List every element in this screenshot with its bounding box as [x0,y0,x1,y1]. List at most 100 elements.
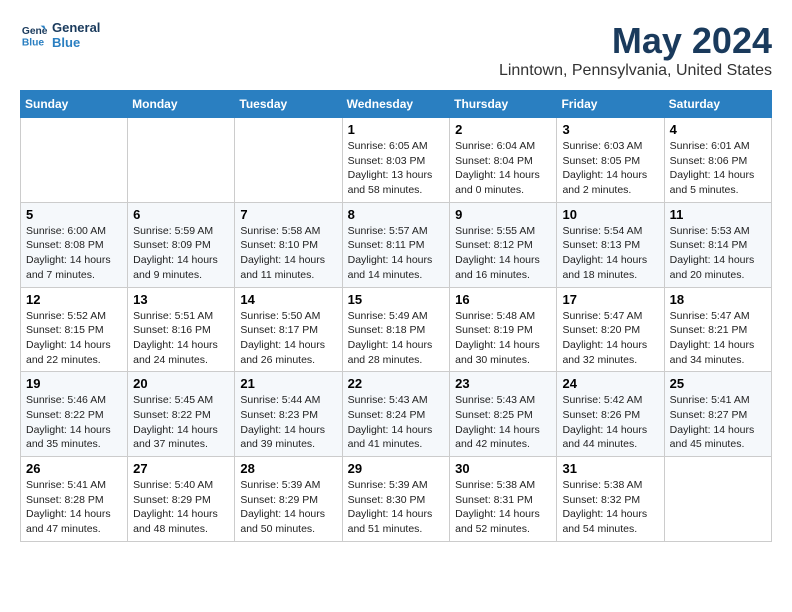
sunset-text: Sunset: 8:08 PM [26,238,122,253]
day-number: 20 [133,376,229,391]
day-number: 24 [562,376,658,391]
daylight-text: Daylight: 14 hours and 28 minutes. [348,338,445,367]
day-number: 7 [240,207,336,222]
sunset-text: Sunset: 8:29 PM [133,493,229,508]
cell-content: Sunrise: 5:46 AMSunset: 8:22 PMDaylight:… [26,393,122,452]
sunrise-text: Sunrise: 5:50 AM [240,309,336,324]
calendar-cell: 7 Sunrise: 5:58 AMSunset: 8:10 PMDaylight… [235,202,342,287]
daylight-text: Daylight: 14 hours and 18 minutes. [562,253,658,282]
cell-content: Sunrise: 6:03 AMSunset: 8:05 PMDaylight:… [562,139,658,198]
sunrise-text: Sunrise: 5:41 AM [670,393,766,408]
cell-content: Sunrise: 5:44 AMSunset: 8:23 PMDaylight:… [240,393,336,452]
sunrise-text: Sunrise: 5:49 AM [348,309,445,324]
day-number: 8 [348,207,445,222]
calendar-cell: 2Sunrise: 6:04 AMSunset: 8:04 PMDaylight… [450,118,557,203]
day-number: 6 [133,207,229,222]
sunrise-text: Sunrise: 5:55 AM [455,224,551,239]
cell-content: Sunrise: 5:59 AMSunset: 8:09 PMDaylight:… [133,224,229,283]
weekday-header-saturday: Saturday [664,91,771,118]
sunrise-text: Sunrise: 5:47 AM [670,309,766,324]
calendar-cell: 17Sunrise: 5:47 AMSunset: 8:20 PMDayligh… [557,287,664,372]
daylight-text: Daylight: 14 hours and 34 minutes. [670,338,766,367]
sunset-text: Sunset: 8:29 PM [240,493,336,508]
daylight-text: Daylight: 14 hours and 9 minutes. [133,253,229,282]
calendar-week-row: 1Sunrise: 6:05 AMSunset: 8:03 PMDaylight… [21,118,772,203]
weekday-header-monday: Monday [128,91,235,118]
sunrise-text: Sunrise: 6:05 AM [348,139,445,154]
sunset-text: Sunset: 8:15 PM [26,323,122,338]
calendar-cell: 30 Sunrise: 5:38 AMSunset: 8:31 PMDayligh… [450,457,557,542]
calendar-cell [664,457,771,542]
calendar-week-row: 19Sunrise: 5:46 AMSunset: 8:22 PMDayligh… [21,372,772,457]
daylight-text: Daylight: 14 hours and 5 minutes. [670,168,766,197]
sunset-text: Sunset: 8:22 PM [133,408,229,423]
weekday-header-sunday: Sunday [21,91,128,118]
daylight-text: Daylight: 14 hours and 47 minutes. [26,507,122,536]
day-number: 10 [562,207,658,222]
sunrise-text: Sunrise: 5:46 AM [26,393,122,408]
cell-content: Sunrise: 5:51 AMSunset: 8:16 PMDaylight:… [133,309,229,368]
calendar-cell: 24 Sunrise: 5:42 AMSunset: 8:26 PMDayligh… [557,372,664,457]
day-number: 31 [562,461,658,476]
cell-content: Sunrise: 5:41 AMSunset: 8:28 PMDaylight:… [26,478,122,537]
day-number: 5 [26,207,122,222]
cell-content: Sunrise: 5:58 AMSunset: 8:10 PMDaylight:… [240,224,336,283]
day-number: 19 [26,376,122,391]
calendar-cell [128,118,235,203]
daylight-text: Daylight: 14 hours and 50 minutes. [240,507,336,536]
daylight-text: Daylight: 14 hours and 22 minutes. [26,338,122,367]
daylight-text: Daylight: 14 hours and 51 minutes. [348,507,445,536]
calendar-cell: 27Sunrise: 5:40 AMSunset: 8:29 PMDayligh… [128,457,235,542]
daylight-text: Daylight: 14 hours and 11 minutes. [240,253,336,282]
cell-content: Sunrise: 5:38 AMSunset: 8:31 PMDaylight:… [455,478,551,537]
day-number: 18 [670,292,766,307]
cell-content: Sunrise: 5:40 AMSunset: 8:29 PMDaylight:… [133,478,229,537]
sunrise-text: Sunrise: 5:59 AM [133,224,229,239]
calendar-cell: 10Sunrise: 5:54 AMSunset: 8:13 PMDayligh… [557,202,664,287]
sunrise-text: Sunrise: 5:43 AM [455,393,551,408]
sunrise-text: Sunrise: 5:53 AM [670,224,766,239]
sunset-text: Sunset: 8:31 PM [455,493,551,508]
cell-content: Sunrise: 5:55 AMSunset: 8:12 PMDaylight:… [455,224,551,283]
sunset-text: Sunset: 8:10 PM [240,238,336,253]
cell-content: Sunrise: 5:43 AMSunset: 8:25 PMDaylight:… [455,393,551,452]
sunset-text: Sunset: 8:09 PM [133,238,229,253]
daylight-text: Daylight: 14 hours and 37 minutes. [133,423,229,452]
daylight-text: Daylight: 14 hours and 48 minutes. [133,507,229,536]
daylight-text: Daylight: 14 hours and 24 minutes. [133,338,229,367]
sunrise-text: Sunrise: 5:40 AM [133,478,229,493]
calendar-cell: 9Sunrise: 5:55 AMSunset: 8:12 PMDaylight… [450,202,557,287]
calendar-cell: 15Sunrise: 5:49 AMSunset: 8:18 PMDayligh… [342,287,450,372]
cell-content: Sunrise: 5:42 AMSunset: 8:26 PMDaylight:… [562,393,658,452]
daylight-text: Daylight: 14 hours and 30 minutes. [455,338,551,367]
title-block: May 2024 Linntown, Pennsylvania, United … [499,20,772,80]
calendar-cell: 16Sunrise: 5:48 AMSunset: 8:19 PMDayligh… [450,287,557,372]
cell-content: Sunrise: 5:53 AMSunset: 8:14 PMDaylight:… [670,224,766,283]
calendar-cell: 14Sunrise: 5:50 AMSunset: 8:17 PMDayligh… [235,287,342,372]
sunset-text: Sunset: 8:24 PM [348,408,445,423]
sunset-text: Sunset: 8:32 PM [562,493,658,508]
day-number: 21 [240,376,336,391]
sunset-text: Sunset: 8:21 PM [670,323,766,338]
calendar-cell: 1Sunrise: 6:05 AMSunset: 8:03 PMDaylight… [342,118,450,203]
daylight-text: Daylight: 14 hours and 42 minutes. [455,423,551,452]
sunrise-text: Sunrise: 5:38 AM [562,478,658,493]
day-number: 25 [670,376,766,391]
calendar-cell [235,118,342,203]
daylight-text: Daylight: 14 hours and 26 minutes. [240,338,336,367]
cell-content: Sunrise: 5:49 AMSunset: 8:18 PMDaylight:… [348,309,445,368]
day-number: 30 [455,461,551,476]
sunrise-text: Sunrise: 6:01 AM [670,139,766,154]
day-number: 13 [133,292,229,307]
calendar-cell: 31Sunrise: 5:38 AMSunset: 8:32 PMDayligh… [557,457,664,542]
sunrise-text: Sunrise: 5:51 AM [133,309,229,324]
daylight-text: Daylight: 14 hours and 35 minutes. [26,423,122,452]
day-number: 22 [348,376,445,391]
day-number: 14 [240,292,336,307]
calendar-cell: 6 Sunrise: 5:59 AMSunset: 8:09 PMDaylight… [128,202,235,287]
weekday-header-thursday: Thursday [450,91,557,118]
sunrise-text: Sunrise: 6:04 AM [455,139,551,154]
sunset-text: Sunset: 8:27 PM [670,408,766,423]
daylight-text: Daylight: 14 hours and 16 minutes. [455,253,551,282]
sunset-text: Sunset: 8:18 PM [348,323,445,338]
